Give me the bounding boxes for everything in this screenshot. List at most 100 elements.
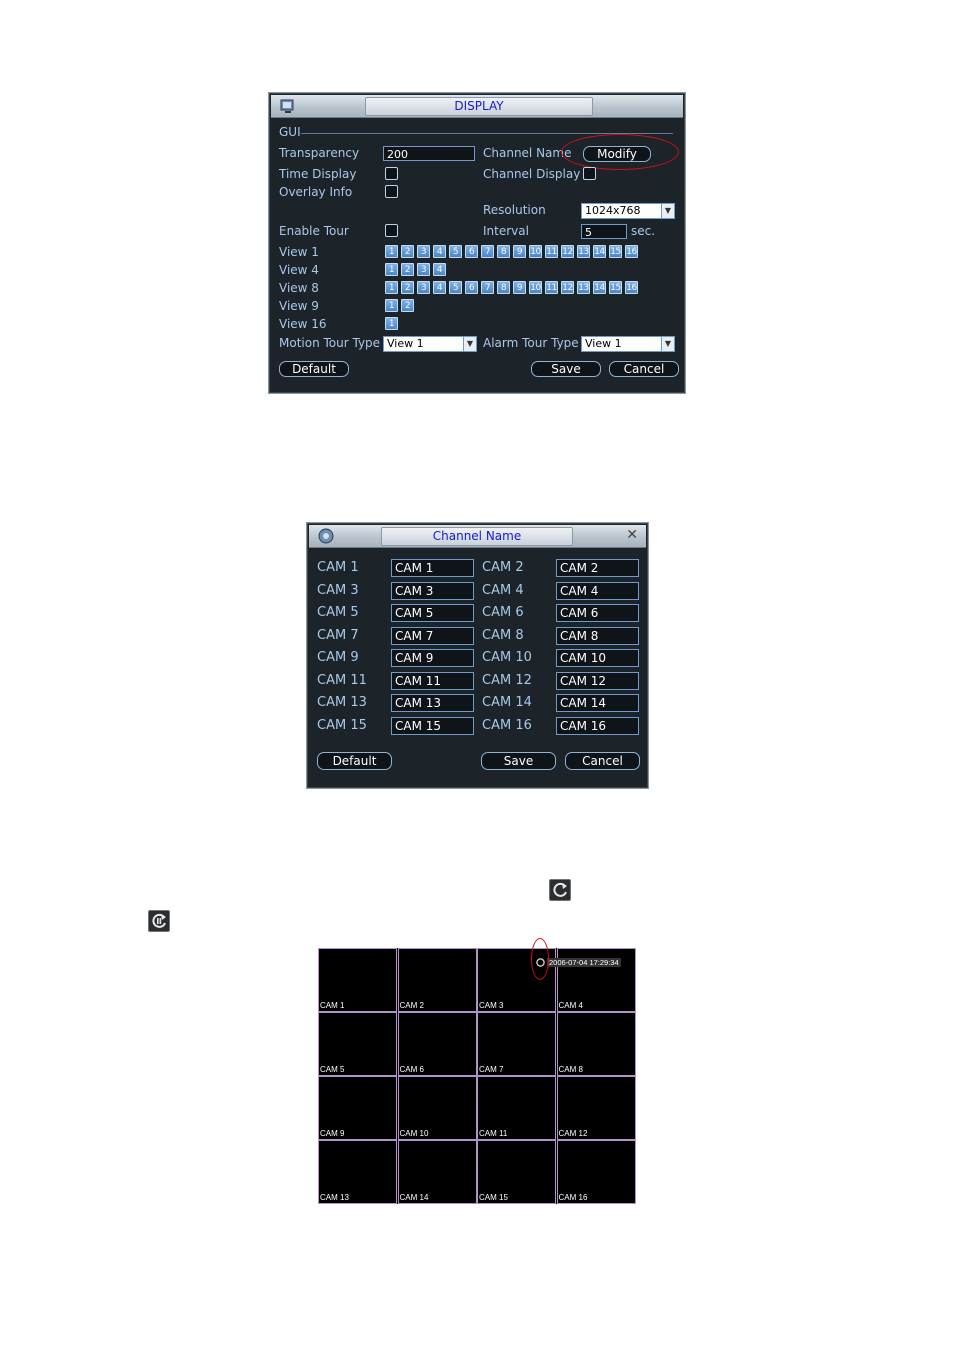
chevron-down-icon[interactable]: ▼ — [463, 337, 476, 351]
channel-name-input[interactable]: CAM 16 — [556, 716, 639, 735]
channel-chip[interactable]: 10 — [529, 245, 542, 258]
camera-tile[interactable]: CAM 9 — [318, 1076, 397, 1140]
channel-chip[interactable]: 2 — [401, 299, 414, 312]
camera-tile[interactable]: CAM 16 — [556, 1140, 636, 1204]
channel-chip[interactable]: 5 — [449, 245, 462, 258]
channel-display-checkbox[interactable] — [583, 167, 596, 180]
channel-chip[interactable]: 14 — [593, 245, 606, 258]
channel-chip[interactable]: 4 — [433, 281, 446, 294]
channel-chip[interactable]: 9 — [513, 281, 526, 294]
channel-chip[interactable]: 1 — [385, 245, 398, 258]
channel-chip[interactable]: 13 — [577, 281, 590, 294]
channel-chip[interactable]: 4 — [433, 263, 446, 276]
channel-chip[interactable]: 12 — [561, 281, 574, 294]
channel-name-input[interactable]: CAM 14 — [556, 694, 639, 712]
default-button[interactable]: Default — [317, 752, 392, 770]
channel-chip[interactable]: 9 — [513, 245, 526, 258]
save-button[interactable]: Save — [481, 752, 556, 770]
channel-chip[interactable]: 14 — [593, 281, 606, 294]
channel-chip[interactable]: 11 — [545, 245, 558, 258]
channel-chip[interactable]: 7 — [481, 281, 494, 294]
channel-chip[interactable]: 1 — [385, 299, 398, 312]
overlay-info-checkbox[interactable] — [385, 185, 398, 198]
channel-chip[interactable]: 6 — [465, 245, 478, 258]
channel-chip[interactable]: 6 — [465, 281, 478, 294]
camera-label: CAM 6 — [399, 1065, 424, 1074]
camera-tile[interactable]: CAM 12 — [556, 1076, 636, 1140]
channel-chip[interactable]: 2 — [401, 245, 414, 258]
interval-input[interactable]: 5 — [581, 224, 627, 239]
camera-tile[interactable]: CAM 1 — [318, 948, 397, 1012]
channel-chip[interactable]: 4 — [433, 245, 446, 258]
channel-name-input[interactable]: CAM 1 — [391, 559, 474, 577]
channel-chip[interactable]: 16 — [625, 245, 638, 258]
camera-tile[interactable]: CAM 6 — [397, 1012, 477, 1076]
view-8-label: View 8 — [279, 281, 319, 295]
transparency-input[interactable]: 200 — [383, 146, 475, 161]
channel-name-input[interactable]: CAM 8 — [556, 626, 639, 645]
channel-name-input[interactable]: CAM 5 — [391, 604, 474, 622]
channel-chip[interactable]: 3 — [417, 245, 430, 258]
camera-tile[interactable]: CAM 8 — [556, 1012, 636, 1076]
channel-label: CAM 4 — [482, 582, 524, 598]
camera-tile[interactable]: CAM 10 — [397, 1076, 477, 1140]
default-button[interactable]: Default — [279, 361, 349, 377]
channel-chip[interactable]: 16 — [625, 281, 638, 294]
resolution-select[interactable]: 1024x768 ▼ — [581, 203, 675, 219]
camera-tile[interactable]: CAM 13 — [318, 1140, 397, 1204]
channel-chip[interactable]: 8 — [497, 245, 510, 258]
view-1-label: View 1 — [279, 245, 319, 259]
channel-name-input[interactable]: CAM 4 — [556, 581, 639, 600]
channel-chip[interactable]: 7 — [481, 245, 494, 258]
camera-tile[interactable]: CAM 5 — [318, 1012, 397, 1076]
chevron-down-icon[interactable]: ▼ — [661, 337, 674, 351]
channel-chip[interactable]: 12 — [561, 245, 574, 258]
alarm-tour-select[interactable]: View 1 ▼ — [581, 336, 675, 352]
channel-chip[interactable]: 10 — [529, 281, 542, 294]
channel-name-input[interactable]: CAM 2 — [556, 559, 639, 577]
save-button[interactable]: Save — [531, 361, 601, 377]
chevron-down-icon[interactable]: ▼ — [661, 204, 674, 218]
channel-name-input[interactable]: CAM 11 — [391, 671, 474, 690]
channel-name-input[interactable]: CAM 12 — [556, 671, 639, 690]
camera-tile[interactable]: CAM 14 — [397, 1140, 477, 1204]
channel-name-input[interactable]: CAM 6 — [556, 604, 639, 622]
cancel-button[interactable]: Cancel — [609, 361, 679, 377]
camera-tile[interactable]: CAM 2 — [397, 948, 477, 1012]
channel-chip[interactable]: 1 — [385, 281, 398, 294]
channel-name-input[interactable]: CAM 15 — [391, 716, 474, 735]
channel-name-input[interactable]: CAM 9 — [391, 649, 474, 667]
channel-chip[interactable]: 11 — [545, 281, 558, 294]
channel-name-label: Channel Name — [483, 146, 572, 160]
channel-chip[interactable]: 15 — [609, 281, 622, 294]
channel-chip[interactable]: 2 — [401, 263, 414, 276]
camera-tile[interactable]: CAM 11 — [477, 1076, 556, 1140]
time-display-checkbox[interactable] — [385, 167, 398, 180]
channel-name-input[interactable]: CAM 10 — [556, 649, 639, 667]
camera-tile[interactable]: CAM 7 — [477, 1012, 556, 1076]
channel-chip[interactable]: 8 — [497, 281, 510, 294]
camera-label: CAM 3 — [479, 1001, 504, 1010]
channel-chip[interactable]: 1 — [385, 263, 398, 276]
channel-label: CAM 15 — [317, 717, 367, 733]
channel-chip[interactable]: 13 — [577, 245, 590, 258]
channel-chip[interactable]: 5 — [449, 281, 462, 294]
channel-chip[interactable]: 15 — [609, 245, 622, 258]
channel-label: CAM 2 — [482, 560, 524, 575]
channel-name-titlebar: Channel Name ✕ — [309, 525, 646, 548]
display-dialog: DISPLAY GUI Transparency 200 Channel Nam… — [268, 92, 686, 394]
channel-chip[interactable]: 3 — [417, 281, 430, 294]
camera-label: CAM 4 — [558, 1001, 583, 1010]
channel-label: CAM 5 — [317, 605, 359, 620]
cancel-button[interactable]: Cancel — [565, 752, 640, 770]
motion-tour-select[interactable]: View 1 ▼ — [383, 336, 477, 352]
channel-name-input[interactable]: CAM 3 — [391, 581, 474, 600]
enable-tour-checkbox[interactable] — [385, 224, 398, 237]
channel-chip[interactable]: 2 — [401, 281, 414, 294]
camera-tile[interactable]: CAM 15 — [477, 1140, 556, 1204]
channel-name-input[interactable]: CAM 13 — [391, 694, 474, 712]
channel-chip[interactable]: 1 — [385, 317, 398, 330]
close-icon[interactable]: ✕ — [626, 527, 638, 544]
channel-chip[interactable]: 3 — [417, 263, 430, 276]
channel-name-input[interactable]: CAM 7 — [391, 626, 474, 645]
